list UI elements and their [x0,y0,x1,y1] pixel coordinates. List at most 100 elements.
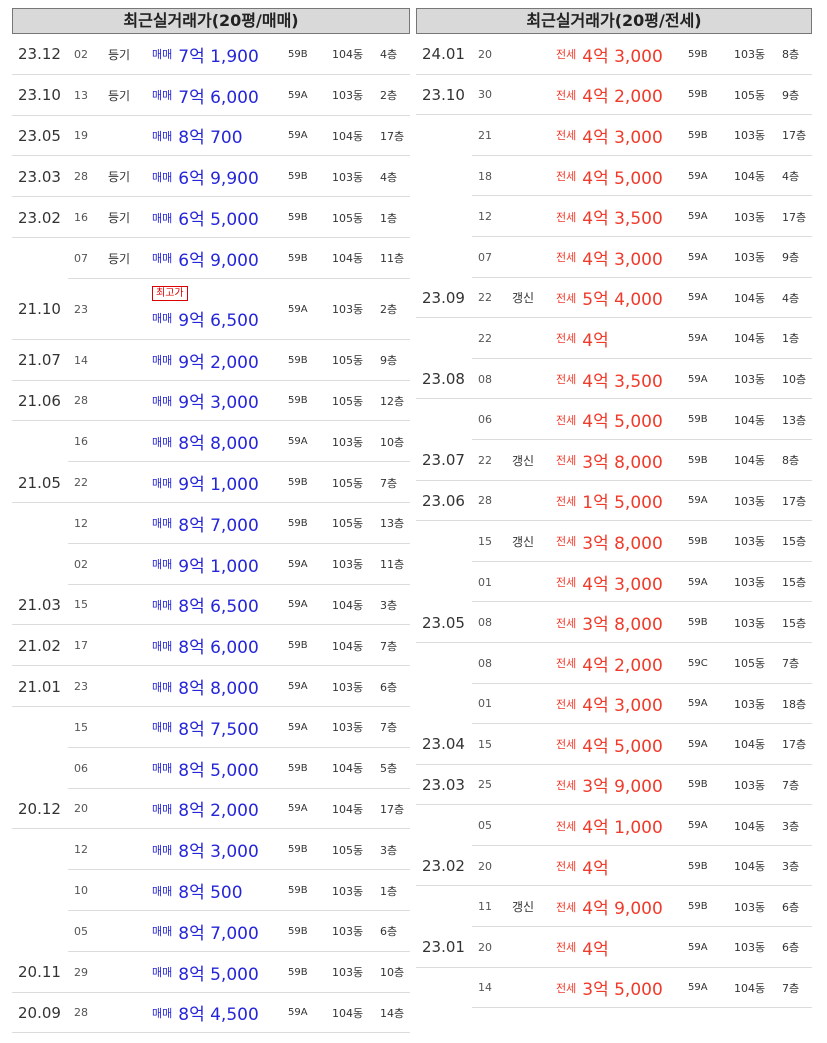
building: 103동 [734,535,766,549]
floor: 15층 [782,576,807,590]
price-value: 8억 6,000 [178,638,259,659]
day: 02 [74,47,88,61]
transaction-row[interactable]: 21.01 23 매매 8억 8,000 59A 103동 6층 [12,666,410,707]
building: 103동 [734,941,766,955]
transaction-row[interactable]: 23.09 22 갱신 전세 5억 4,000 59A 104동 4층 [416,278,812,319]
transaction-row[interactable]: 08 전세 4억 2,000 59C 105동 7층 [416,643,812,684]
transaction-row[interactable]: 18 전세 4억 5,000 59A 104동 4층 [416,156,812,197]
transaction-row[interactable]: 23.01 20 전세 4억 59A 103동 6층 [416,927,812,968]
price-value: 8억 700 [178,128,243,149]
transaction-row[interactable]: 11 갱신 전세 4억 9,000 59B 103동 6층 [416,886,812,928]
day: 17 [74,639,88,653]
transaction-row[interactable]: 14 전세 3억 5,000 59A 104동 7층 [416,968,812,1009]
transaction-row[interactable]: 16 매매 8억 8,000 59A 103동 10층 [12,421,410,463]
deal-type: 매매 [152,762,173,776]
transaction-row[interactable]: 21 전세 4억 3,000 59B 103동 17층 [416,115,812,156]
price: 매매 8억 3,000 [152,829,259,870]
transaction-row[interactable]: 06 매매 8억 5,000 59B 104동 5층 [12,748,410,789]
deal-type: 전세 [556,48,577,62]
deal-type: 매매 [152,89,173,103]
unit-size: 59A [688,495,708,507]
unit-size: 59A [288,89,308,101]
transaction-row[interactable]: 12 전세 4억 3,500 59A 103동 17층 [416,196,812,237]
transaction-row[interactable]: 01 전세 4억 3,000 59A 103동 15층 [416,562,812,603]
transaction-row[interactable]: 23.03 28 등기 매매 6억 9,900 59B 103동 4층 [12,156,410,198]
year-month: 21.06 [18,391,61,410]
transaction-row[interactable]: 12 매매 8억 3,000 59B 105동 3층 [12,829,410,871]
transaction-row[interactable]: 12 매매 8억 7,000 59B 105동 13층 [12,503,410,544]
deal-type: 매매 [152,435,173,449]
price: 매매 8억 500 [152,870,243,911]
transaction-row[interactable]: 05 전세 4억 1,000 59A 104동 3층 [416,805,812,846]
transaction-row[interactable]: 06 전세 4억 5,000 59B 104동 13층 [416,399,812,440]
transaction-row[interactable]: 02 매매 9억 1,000 59A 103동 11층 [12,544,410,585]
transaction-row[interactable]: 21.07 14 매매 9억 2,000 59B 105동 9층 [12,340,410,381]
transaction-row[interactable]: 21.06 28 매매 9억 3,000 59B 105동 12층 [12,381,410,422]
deal-type: 매매 [152,252,173,266]
building: 103동 [734,616,766,630]
transaction-row[interactable]: 10 매매 8억 500 59B 103동 1층 [12,870,410,911]
building: 104동 [332,129,364,143]
unit-size: 59B [688,89,708,101]
transaction-row[interactable]: 07 등기 매매 6억 9,000 59B 104동 11층 [12,238,410,279]
year-month: 23.10 [422,85,465,104]
floor: 4층 [380,48,398,62]
deal-type: 전세 [556,738,577,752]
highest-price-badge: 최고가 [152,285,188,301]
floor: 2층 [380,303,398,317]
price-value: 8억 8,000 [178,679,259,700]
floor: 1층 [782,332,800,346]
transaction-row[interactable]: 21.10 23 매매 9억 6,500 최고가 59A 103동 2층 [12,279,410,340]
building: 104동 [332,762,364,776]
transaction-row[interactable]: 24.01 20 전세 4억 3,000 59B 103동 8층 [416,34,812,75]
transaction-row[interactable]: 20.12 20 매매 8억 2,000 59A 104동 17층 [12,789,410,830]
price-value: 4억 3,000 [582,696,663,717]
floor: 10층 [782,373,807,387]
transaction-row[interactable]: 20.09 28 매매 8억 4,500 59A 104동 14층 [12,993,410,1034]
transaction-row[interactable]: 23.06 28 전세 1억 5,000 59A 103동 17층 [416,481,812,522]
transaction-row[interactable]: 01 전세 4억 3,000 59A 103동 18층 [416,684,812,725]
floor: 1층 [380,884,398,898]
floor: 3층 [380,843,398,857]
transaction-row[interactable]: 15 매매 8억 7,500 59A 103동 7층 [12,707,410,748]
transaction-row[interactable]: 23.10 13 등기 매매 7억 6,000 59A 103동 2층 [12,75,410,116]
transaction-row[interactable]: 22 전세 4억 59A 104동 1층 [416,318,812,359]
transaction-row[interactable]: 23.03 25 전세 3억 9,000 59B 103동 7층 [416,765,812,806]
floor: 6층 [782,941,800,955]
deal-type: 전세 [556,941,577,955]
price-value: 4억 5,000 [582,736,663,757]
transaction-row[interactable]: 21.02 17 매매 8억 6,000 59B 104동 7층 [12,625,410,667]
transaction-row[interactable]: 23.08 08 전세 4억 3,500 59A 103동 10층 [416,359,812,400]
transaction-row[interactable]: 07 전세 4억 3,000 59A 103동 9층 [416,237,812,278]
unit-size: 59B [688,129,708,141]
price-value: 9억 1,000 [178,556,259,577]
building: 104동 [734,738,766,752]
transaction-row[interactable]: 23.04 15 전세 4억 5,000 59A 104동 17층 [416,724,812,765]
transaction-row[interactable]: 23.02 16 등기 매매 6억 5,000 59B 105동 1층 [12,197,410,238]
price: 전세 4억 3,000 [556,115,663,156]
unit-size: 59B [288,48,308,60]
building: 104동 [734,170,766,184]
transaction-row[interactable]: 23.05 19 매매 8억 700 59A 104동 17층 [12,116,410,157]
transaction-row[interactable]: 05 매매 8억 7,000 59B 103동 6층 [12,911,410,952]
building: 105동 [332,211,364,225]
price-value: 9억 2,000 [178,352,259,373]
building: 103동 [734,251,766,265]
transaction-row[interactable]: 23.05 08 전세 3억 8,000 59B 103동 15층 [416,602,812,643]
note-label: 등기 [108,47,131,62]
building: 104동 [332,598,364,612]
transaction-row[interactable]: 21.05 22 매매 9억 1,000 59B 105동 7층 [12,462,410,503]
transaction-row[interactable]: 15 갱신 전세 3억 8,000 59B 103동 15층 [416,521,812,562]
deal-type: 매매 [152,211,173,225]
price: 전세 4억 [556,846,609,887]
transaction-row[interactable]: 23.12 02 등기 매매 7억 1,900 59B 104동 4층 [12,34,410,75]
day: 18 [478,169,492,183]
building: 103동 [332,966,364,980]
transaction-row[interactable]: 23.10 30 전세 4억 2,000 59B 105동 9층 [416,75,812,116]
transaction-row[interactable]: 20.11 29 매매 8억 5,000 59B 103동 10층 [12,952,410,993]
transaction-row[interactable]: 21.03 15 매매 8억 6,500 59A 104동 3층 [12,585,410,626]
transaction-row[interactable]: 23.02 20 전세 4억 59B 104동 3층 [416,846,812,887]
price: 전세 3억 5,000 [556,968,663,1009]
deal-type: 전세 [556,129,577,143]
transaction-row[interactable]: 23.07 22 갱신 전세 3억 8,000 59B 104동 8층 [416,440,812,481]
